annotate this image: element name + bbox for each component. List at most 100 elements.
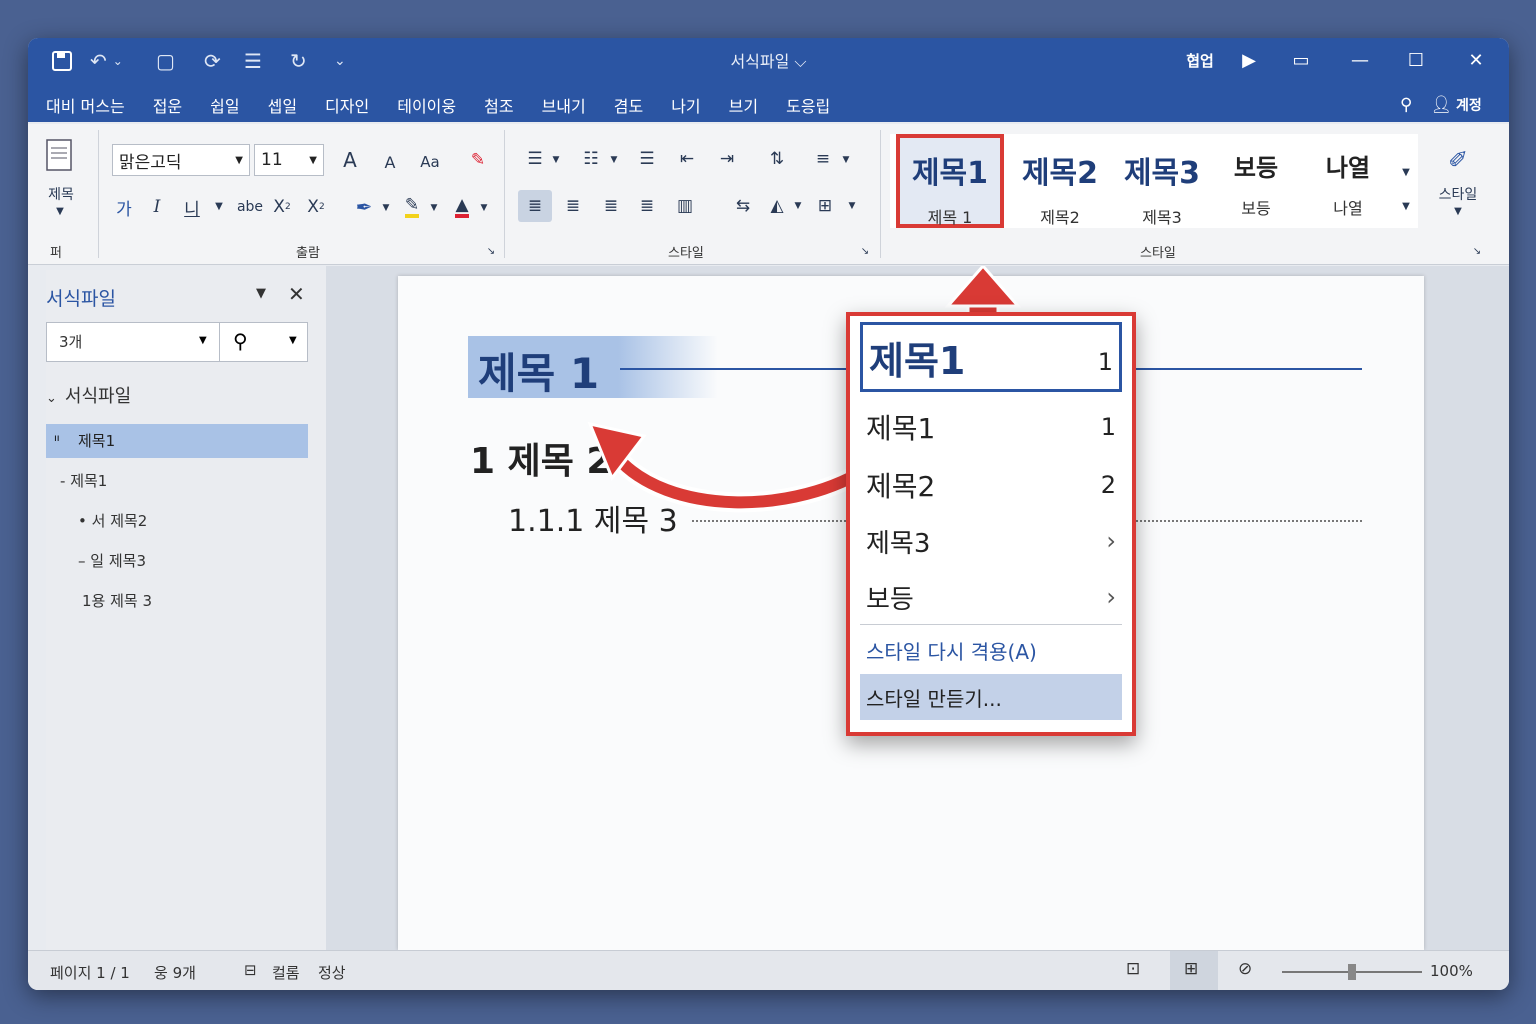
menu-item-normal[interactable]: 보등 › (860, 570, 1122, 624)
italic-button[interactable]: I (146, 192, 168, 222)
highlight-icon[interactable]: ✎ (398, 192, 426, 222)
read-mode-icon[interactable]: ⊡ (1126, 959, 1140, 979)
tab-developer[interactable]: 브기 (729, 93, 758, 117)
chevron-down-icon[interactable]: ▼ (289, 335, 297, 346)
borders-icon[interactable]: ⊞ (810, 190, 840, 222)
chevron-down-icon[interactable]: ▼ (792, 196, 804, 216)
share-button[interactable]: 협업 (1180, 46, 1220, 74)
tab-review[interactable]: 겸도 (614, 93, 643, 117)
menu-item-heading1[interactable]: 제목1 1 (860, 400, 1122, 454)
chevron-down-icon[interactable]: ▼ (840, 150, 852, 170)
heading1-text[interactable]: 제목 1 (478, 340, 599, 401)
sort-icon[interactable]: ⇅ (762, 144, 792, 174)
present-icon[interactable]: ▶ (1234, 46, 1264, 74)
superscript-icon[interactable]: X2 (304, 192, 328, 222)
styles-pane-button[interactable]: 스타일 (1428, 184, 1488, 204)
multilevel-list-icon[interactable]: ☰ (632, 144, 662, 174)
heading2-text[interactable]: 1 제목 2 (470, 432, 611, 484)
grow-font-button[interactable]: A (336, 146, 364, 174)
tab-draw[interactable]: 쉽일 (210, 93, 239, 117)
menu-item-heading1-preview[interactable]: 제목1 1 (860, 322, 1122, 392)
clear-format-icon[interactable]: ✎ (464, 146, 492, 174)
minimize-button[interactable]: — (1340, 46, 1380, 74)
subscript-icon[interactable]: X2 (270, 192, 294, 222)
paste-icon[interactable] (40, 134, 80, 174)
pane-options-icon[interactable]: ▼ (256, 286, 266, 301)
nav-item[interactable]: • 서 제목2 (78, 510, 147, 531)
text-effects-icon[interactable]: ✒ (350, 192, 378, 222)
page-count[interactable]: 페이지 1 / 1 (50, 962, 130, 983)
strikethrough-button[interactable]: abe (234, 192, 266, 222)
search-icon[interactable]: ⚲ (233, 329, 248, 353)
account-icon[interactable]: 👤︎ (1430, 95, 1452, 115)
menu-item-heading3[interactable]: 제목3 › (860, 514, 1122, 568)
menu-item-heading2[interactable]: 제목2 2 (860, 458, 1122, 512)
tab-layout[interactable]: 셉일 (268, 93, 297, 117)
dialog-launcher-icon[interactable]: ↘ (1470, 244, 1484, 258)
ribbon-display-icon[interactable]: ▭ (1286, 46, 1316, 74)
column-label[interactable]: 컬롬 (272, 962, 300, 983)
tab-view[interactable]: 나기 (671, 93, 700, 117)
styles-pane-icon[interactable]: ✐ (1440, 142, 1476, 178)
nav-item[interactable]: - 제목1 (60, 470, 107, 491)
align-left-button[interactable]: ≣ (518, 190, 552, 222)
dialog-launcher-icon[interactable]: ↘ (484, 244, 498, 258)
chevron-down-icon[interactable]: ▼ (608, 150, 620, 170)
print-layout-icon[interactable]: ⊞ (1184, 959, 1198, 979)
text-direction-icon[interactable]: ⇆ (730, 190, 756, 222)
chevron-down-icon[interactable]: ▼ (1448, 206, 1468, 217)
style-normal-button[interactable]: 보등 보등 (1212, 134, 1300, 228)
nav-item[interactable]: – 일 제목3 (78, 550, 146, 571)
zoom-slider[interactable] (1282, 964, 1422, 980)
increase-indent-icon[interactable]: ⇥ (712, 144, 742, 174)
numbering-icon[interactable]: ☷ (576, 144, 606, 174)
paste-label[interactable]: 제목 (36, 184, 86, 204)
gallery-scroll-icon[interactable]: ▼ (1398, 162, 1414, 182)
line-spacing-icon[interactable]: ≡ (808, 144, 838, 174)
chevron-down-icon[interactable]: ▼ (199, 335, 207, 346)
dialog-launcher-icon[interactable]: ↘ (858, 244, 872, 258)
font-color-icon[interactable]: ▲ (448, 192, 476, 222)
shading-icon[interactable]: ◭ (762, 190, 792, 222)
underline-dropdown-icon[interactable]: ▼ (212, 196, 226, 216)
chevron-down-icon[interactable]: ▼ (846, 196, 858, 216)
word-count[interactable]: 웅 9개 (154, 962, 196, 983)
close-icon[interactable]: ✕ (288, 282, 305, 306)
style-heading3-button[interactable]: 제목3 제목3 (1112, 134, 1212, 228)
chevron-down-icon[interactable]: ▼ (550, 150, 562, 170)
gallery-more-icon[interactable]: ▼ (1398, 196, 1414, 216)
shrink-font-button[interactable]: A (376, 148, 404, 176)
tab-design[interactable]: 디자인 (325, 93, 369, 117)
search-icon[interactable]: ⚲ (1400, 95, 1412, 115)
nav-item-selected[interactable]: ıı 제목1 (46, 424, 308, 458)
tab-insert[interactable]: 접운 (153, 93, 182, 117)
bold-button[interactable]: 가 (112, 192, 136, 222)
change-case-button[interactable]: Aa (416, 148, 444, 176)
chevron-down-icon[interactable]: ▼ (478, 198, 490, 218)
account-label[interactable]: 계정 (1456, 95, 1482, 115)
tab-references[interactable]: 첨조 (484, 93, 513, 117)
decrease-indent-icon[interactable]: ⇤ (672, 144, 702, 174)
justify-icon[interactable]: ≣ (632, 190, 662, 222)
style-heading2-button[interactable]: 제목2 제목2 (1010, 134, 1110, 228)
chevron-down-icon[interactable]: ▼ (380, 198, 392, 218)
tab-home[interactable]: 대비 머스는 (46, 93, 125, 117)
nav-search-box[interactable]: 3개 ▼ ⚲ ▼ (46, 322, 308, 362)
align-center-icon[interactable]: ≣ (558, 190, 588, 222)
zoom-level[interactable]: 100% (1430, 962, 1473, 980)
zoom-thumb[interactable] (1348, 964, 1356, 980)
close-button[interactable]: ✕ (1456, 46, 1496, 74)
nav-item[interactable]: 1용 제목 3 (82, 590, 152, 611)
maximize-button[interactable]: ☐ (1396, 46, 1436, 74)
chevron-down-icon[interactable]: ▼ (428, 198, 440, 218)
nav-root[interactable]: ⌄ 서식파일 (46, 382, 131, 408)
style-list-button[interactable]: 나열 나열 (1302, 134, 1394, 228)
web-layout-icon[interactable]: ⊘ (1238, 959, 1252, 979)
paste-dropdown-icon[interactable]: ▼ (50, 206, 70, 217)
bullets-icon[interactable]: ☰ (520, 144, 550, 174)
columns-icon[interactable]: ▥ (670, 190, 700, 222)
align-right-icon[interactable]: ≣ (596, 190, 626, 222)
heading3-text[interactable]: 1.1.1 제목 3 (508, 496, 678, 540)
tab-mailings[interactable]: 브내기 (542, 93, 586, 117)
underline-button[interactable]: 니 (180, 192, 204, 222)
